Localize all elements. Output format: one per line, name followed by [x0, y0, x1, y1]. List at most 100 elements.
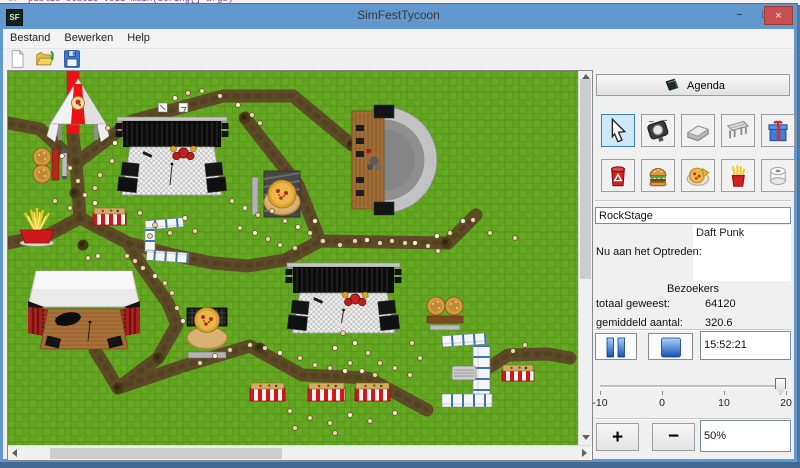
visitor-dot [110, 159, 115, 164]
slider-thumb[interactable] [775, 378, 786, 395]
visitor-dot [138, 211, 143, 216]
striped-stand-4[interactable] [355, 383, 390, 401]
pizza-icon [682, 182, 714, 194]
striped-stand-5[interactable] [502, 365, 534, 381]
burger-stand-tool[interactable] [641, 159, 675, 192]
trash-bin-tool[interactable] [601, 159, 635, 192]
main-stage[interactable] [116, 103, 229, 195]
zoom-level-field[interactable]: 50% [700, 420, 791, 452]
background-bottom-strip [0, 462, 800, 468]
visitor-dot [461, 219, 466, 224]
visitor-dot [283, 219, 288, 224]
path-tree [70, 188, 81, 199]
menu-item-help[interactable]: Help [120, 29, 157, 44]
visitor-dot [278, 243, 283, 248]
visitor-dot [53, 199, 58, 204]
separator [595, 200, 791, 202]
visitor-dot [390, 239, 395, 244]
visitor-dot [183, 216, 188, 221]
pause-icon [603, 346, 629, 361]
stage-light-tool[interactable] [641, 114, 675, 147]
visitor-dot [353, 341, 358, 346]
visitor-dot [296, 225, 301, 230]
scroll-right-icon[interactable] [582, 449, 587, 457]
striped-stand-2[interactable] [250, 383, 285, 401]
scaffold-tool[interactable] [721, 114, 755, 147]
horizontal-scroll-thumb[interactable] [50, 448, 282, 459]
visitor-dot [471, 218, 476, 223]
stage-name-input[interactable] [595, 207, 791, 224]
select-tool[interactable] [601, 114, 635, 147]
striped-stand-3[interactable] [308, 383, 345, 401]
toilet-tool[interactable] [761, 159, 795, 192]
visitor-dot [173, 96, 178, 101]
now-playing-label: Nu aan het Optreden: [596, 246, 702, 258]
slider-tick [724, 391, 725, 395]
visitor-dot [218, 94, 223, 99]
new-file-button[interactable] [7, 49, 31, 70]
slider-track[interactable] [600, 385, 786, 388]
slider-tick-label: 20 [774, 397, 798, 409]
visitor-dot [393, 366, 398, 371]
visitor-dot [523, 343, 528, 348]
visitor-dot [298, 356, 303, 361]
visitor-dot [348, 413, 353, 418]
visitor-dot [181, 319, 186, 324]
visitor-dot [341, 331, 346, 336]
scroll-down-icon[interactable] [582, 435, 590, 440]
visitor-dot [408, 373, 413, 378]
menu-item-bestand[interactable]: Bestand [3, 29, 57, 44]
open-file-button[interactable] [34, 49, 58, 70]
close-button[interactable]: × [764, 6, 793, 25]
minimize-button[interactable]: − [726, 6, 753, 25]
visitor-dot [365, 238, 370, 243]
visitor-dot [250, 113, 255, 118]
striped-stand-1[interactable] [93, 208, 126, 225]
visitor-dot [343, 369, 348, 374]
visitor-dot [418, 356, 423, 361]
visitor-dot [198, 361, 203, 366]
map-horizontal-scrollbar[interactable] [8, 445, 591, 460]
visitor-dot [86, 256, 91, 261]
spotlight-icon [642, 137, 674, 149]
visitors-total-value: 64120 [705, 298, 736, 310]
slider-tick [600, 391, 601, 395]
visitor-dot [263, 346, 268, 351]
stop-button[interactable] [648, 333, 693, 360]
zoom-in-button[interactable]: + [596, 423, 639, 451]
trash-icon [602, 182, 634, 194]
speed-slider[interactable]: -1001020 [593, 375, 794, 415]
map-viewport[interactable] [7, 70, 593, 461]
visitor-dot [378, 361, 383, 366]
agenda-button[interactable]: Agenda [596, 74, 790, 96]
save-file-button[interactable] [61, 49, 85, 70]
pizza-stand-tool[interactable] [681, 159, 715, 192]
visitor-dot [278, 351, 283, 356]
window-title: SimFestTycoon [0, 8, 797, 22]
zoom-out-button[interactable]: − [652, 423, 695, 451]
visitor-dot [333, 346, 338, 351]
metal-pallet[interactable] [452, 366, 476, 380]
visitor-dot [313, 219, 318, 224]
map-vertical-scrollbar[interactable] [578, 71, 592, 445]
time-display[interactable]: 15:52:21 [700, 331, 791, 360]
visitor-dot [288, 409, 293, 414]
vertical-scroll-thumb[interactable] [580, 79, 591, 279]
visitor-dot [313, 363, 318, 368]
visitor-dot [513, 236, 518, 241]
slider-tick [662, 391, 663, 395]
ramp-tool[interactable] [681, 114, 715, 147]
second-stage[interactable] [286, 263, 402, 333]
menu-item-bewerken[interactable]: Bewerken [57, 29, 120, 44]
visitor-dot [366, 351, 371, 356]
pause-button[interactable] [595, 333, 637, 360]
fries-stand-tool[interactable] [721, 159, 755, 192]
visitor-dot [413, 241, 418, 246]
menu-bar: BestandBewerkenHelp [3, 29, 794, 49]
gift-shop-tool[interactable] [761, 114, 795, 147]
visitor-dot [98, 173, 103, 178]
festival-map[interactable] [8, 71, 578, 446]
scroll-left-icon[interactable] [12, 449, 17, 457]
barn-stage[interactable] [28, 271, 140, 349]
path-tree [78, 240, 89, 251]
